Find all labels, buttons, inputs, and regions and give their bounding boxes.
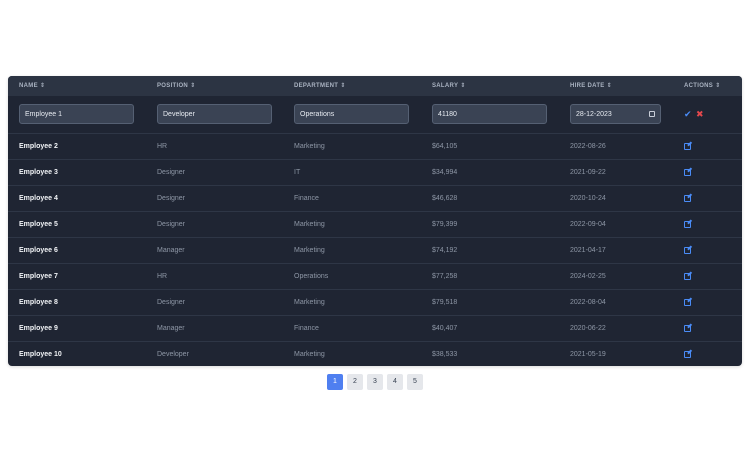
edit-icon[interactable]: [684, 273, 691, 280]
salary-input[interactable]: 41180: [432, 104, 547, 124]
cell-department: Marketing: [294, 351, 325, 358]
cell-department: Finance: [294, 325, 319, 332]
employee-table: NAME ⇕ POSITION ⇕ DEPARTMENT ⇕ SALARY ⇕ HIRE…: [8, 76, 742, 366]
cell-salary: $46,628: [432, 195, 458, 202]
edit-icon[interactable]: [684, 195, 691, 202]
cell-salary: $79,518: [432, 299, 458, 306]
edit-icon[interactable]: [684, 325, 691, 332]
header-actions-label: ACTIONS: [684, 83, 714, 89]
sort-icon[interactable]: ⇕: [190, 83, 195, 89]
cell-position: Designer: [157, 195, 186, 202]
cell-hire-date: 2020-06-22: [570, 325, 606, 332]
edit-icon[interactable]: [684, 169, 691, 176]
cell-hire-date: 2022-08-04: [570, 299, 606, 306]
cell-position: Designer: [157, 299, 186, 306]
sort-icon[interactable]: ⇕: [40, 83, 45, 89]
table-row: Employee 8 Designer Marketing $79,518 20…: [8, 290, 742, 316]
cell-department: IT: [294, 169, 301, 176]
page-button-5[interactable]: 5: [407, 374, 423, 390]
header-department[interactable]: DEPARTMENT ⇕: [294, 76, 346, 96]
cell-hire-date: 2021-04-17: [570, 247, 606, 254]
header-position-label: POSITION: [157, 83, 189, 89]
hire-date-input[interactable]: 28-12-2023: [570, 104, 661, 124]
cell-salary: $64,105: [432, 143, 458, 150]
cell-position: Designer: [157, 221, 186, 228]
cell-hire-date: 2022-08-26: [570, 143, 606, 150]
header-name-label: NAME: [19, 83, 38, 89]
cell-department: Marketing: [294, 143, 325, 150]
page-button-1[interactable]: 1: [327, 374, 343, 390]
cell-name: Employee 8: [19, 299, 58, 306]
check-icon[interactable]: ✔: [684, 109, 692, 120]
table-header: NAME ⇕ POSITION ⇕ DEPARTMENT ⇕ SALARY ⇕ HIRE…: [8, 76, 742, 96]
cell-hire-date: 2022-09-04: [570, 221, 606, 228]
cell-position: HR: [157, 143, 168, 150]
sort-icon[interactable]: ⇕: [340, 83, 345, 89]
table-row: Employee 4 Designer Finance $46,628 2020…: [8, 186, 742, 212]
cell-salary: $74,192: [432, 247, 458, 254]
cell-department: Operations: [294, 273, 329, 280]
cell-position: Manager: [157, 325, 185, 332]
department-input[interactable]: Operations: [294, 104, 409, 124]
calendar-icon[interactable]: [649, 111, 655, 117]
position-input[interactable]: Developer: [157, 104, 272, 124]
cell-department: Marketing: [294, 299, 325, 306]
cell-name: Employee 10: [19, 351, 62, 358]
page-button-2[interactable]: 2: [347, 374, 363, 390]
cell-position: Developer: [157, 351, 189, 358]
cell-name: Employee 9: [19, 325, 58, 332]
table-row: Employee 2 HR Marketing $64,105 2022-08-…: [8, 134, 742, 160]
edit-icon[interactable]: [684, 351, 691, 358]
header-name[interactable]: NAME ⇕: [19, 76, 45, 96]
cell-salary: $40,407: [432, 325, 458, 332]
table-row: Employee 3 Designer IT $34,994 2021-09-2…: [8, 160, 742, 186]
cell-salary: $77,258: [432, 273, 458, 280]
header-department-label: DEPARTMENT: [294, 83, 339, 89]
table-row: Employee 7 HR Operations $77,258 2024-02…: [8, 264, 742, 290]
edit-row: Employee 1 Developer Operations 41180 28…: [8, 96, 742, 134]
header-salary-label: SALARY: [432, 83, 459, 89]
cell-name: Employee 4: [19, 195, 58, 202]
cell-name: Employee 3: [19, 169, 58, 176]
x-icon[interactable]: ✖: [696, 109, 704, 120]
hire-date-value: 28-12-2023: [576, 111, 612, 118]
cell-name: Employee 7: [19, 273, 58, 280]
edit-icon[interactable]: [684, 299, 691, 306]
name-input[interactable]: Employee 1: [19, 104, 134, 124]
page-button-4[interactable]: 4: [387, 374, 403, 390]
cell-hire-date: 2020-10-24: [570, 195, 606, 202]
cell-hire-date: 2021-09-22: [570, 169, 606, 176]
edit-icon[interactable]: [684, 221, 691, 228]
page-button-3[interactable]: 3: [367, 374, 383, 390]
cell-position: Manager: [157, 247, 185, 254]
cell-department: Finance: [294, 195, 319, 202]
cell-department: Marketing: [294, 247, 325, 254]
cell-name: Employee 6: [19, 247, 58, 254]
sort-icon[interactable]: ⇕: [715, 83, 720, 89]
cell-hire-date: 2024-02-25: [570, 273, 606, 280]
sort-icon[interactable]: ⇕: [460, 83, 465, 89]
table-row: Employee 10 Developer Marketing $38,533 …: [8, 342, 742, 366]
sort-icon[interactable]: ⇕: [607, 83, 612, 89]
header-hire-date-label: HIRE DATE: [570, 83, 605, 89]
table-row: Employee 9 Manager Finance $40,407 2020-…: [8, 316, 742, 342]
table-row: Employee 5 Designer Marketing $79,399 20…: [8, 212, 742, 238]
header-hire-date[interactable]: HIRE DATE ⇕: [570, 76, 612, 96]
cell-salary: $34,994: [432, 169, 458, 176]
edit-icon[interactable]: [684, 143, 691, 150]
cell-hire-date: 2021-05-19: [570, 351, 606, 358]
cell-salary: $79,399: [432, 221, 458, 228]
cell-position: HR: [157, 273, 168, 280]
edit-icon[interactable]: [684, 247, 691, 254]
cell-salary: $38,533: [432, 351, 458, 358]
cell-position: Designer: [157, 169, 186, 176]
cell-name: Employee 5: [19, 221, 58, 228]
table-row: Employee 6 Manager Marketing $74,192 202…: [8, 238, 742, 264]
cell-department: Marketing: [294, 221, 325, 228]
header-salary[interactable]: SALARY ⇕: [432, 76, 466, 96]
header-position[interactable]: POSITION ⇕: [157, 76, 195, 96]
header-actions[interactable]: ACTIONS ⇕: [684, 76, 720, 96]
cell-name: Employee 2: [19, 143, 58, 150]
